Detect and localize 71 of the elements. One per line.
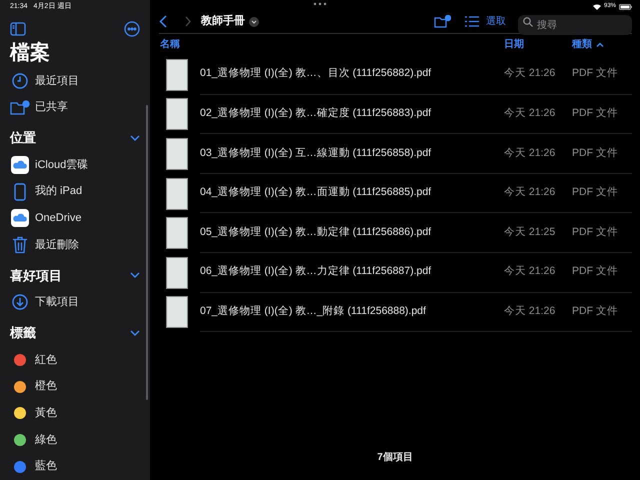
section-header: 標籤 <box>10 324 36 342</box>
file-name[interactable]: 05_選修物理 (I)(全) 教…動定律 (111f256886).pdf <box>200 224 504 241</box>
sidebar-item[interactable]: 黃色 <box>35 404 57 422</box>
file-date: 今天 21:26 <box>504 146 556 161</box>
chevron-icon[interactable] <box>130 330 140 336</box>
sidebar-item[interactable]: 橙色 <box>35 378 57 395</box>
column-header[interactable]: 種類 <box>572 37 592 52</box>
file-kind: PDF 文件 <box>572 146 618 161</box>
sidebar-item[interactable]: iCloud雲碟 <box>35 156 88 174</box>
document-thumbnail <box>166 217 188 250</box>
cloud-icon <box>11 209 29 228</box>
select-button[interactable]: 選取 <box>486 14 506 29</box>
more-icon[interactable] <box>124 20 140 37</box>
document-thumbnail <box>166 98 188 130</box>
file-date: 今天 21:26 <box>504 106 556 122</box>
back-icon[interactable] <box>159 15 167 28</box>
chevron-icon[interactable] <box>130 272 140 278</box>
sidebar-item[interactable]: 下載項目 <box>35 294 79 311</box>
file-kind: PDF 文件 <box>572 66 618 82</box>
file-kind: PDF 文件 <box>572 264 618 280</box>
sidebar-item[interactable]: 紅色 <box>35 352 57 368</box>
file-date: 今天 21:26 <box>504 185 556 200</box>
list-view-icon[interactable] <box>465 16 479 27</box>
file-kind: PDF 文件 <box>572 106 618 122</box>
document-thumbnail <box>166 256 188 289</box>
wifi-icon <box>592 4 601 10</box>
section-header: 位置 <box>10 129 36 148</box>
download-icon <box>12 294 28 310</box>
file-date: 今天 21:26 <box>504 66 556 82</box>
file-date: 今天 21:26 <box>504 304 556 319</box>
search-icon <box>523 16 533 26</box>
search-field[interactable]: 搜尋 <box>518 15 632 35</box>
document-thumbnail <box>166 296 188 328</box>
document-thumbnail <box>166 58 188 91</box>
file-name[interactable]: 01_選修物理 (I)(全) 教…、目次 (111f256882).pdf <box>200 66 504 82</box>
document-thumbnail <box>166 138 188 170</box>
file-date: 今天 21:25 <box>504 224 556 240</box>
document-thumbnail <box>166 178 188 210</box>
shared-folder-icon <box>10 100 30 116</box>
section-header: 喜好項目 <box>10 266 62 285</box>
sidebar-item[interactable]: OneDrive <box>35 210 82 227</box>
file-kind: PDF 文件 <box>572 304 618 319</box>
column-header[interactable]: 名稱 <box>160 37 180 52</box>
dropdown-icon[interactable] <box>249 16 259 26</box>
clock-icon <box>12 72 28 89</box>
sidebar-item[interactable]: 藍色 <box>35 458 57 475</box>
battery-icon <box>619 4 632 10</box>
chevron-icon[interactable] <box>130 134 140 141</box>
file-kind: PDF 文件 <box>572 224 618 240</box>
column-header[interactable]: 日期 <box>504 37 524 52</box>
folder-title: 教師手冊 <box>201 14 245 30</box>
sidebar-item[interactable]: 最近刪除 <box>35 236 79 254</box>
multitasking-icon[interactable] <box>313 2 327 6</box>
tablet-icon <box>13 182 27 201</box>
sidebar-toggle-icon[interactable] <box>10 22 26 36</box>
file-name[interactable]: 02_選修物理 (I)(全) 教…確定度 (111f256883).pdf <box>200 106 504 122</box>
file-name[interactable]: 06_選修物理 (I)(全) 教…力定律 (111f256887).pdf <box>200 264 504 280</box>
cloud-icon <box>11 156 29 174</box>
sidebar-item[interactable]: 已共享 <box>35 99 68 116</box>
file-kind: PDF 文件 <box>572 185 618 200</box>
new-folder-icon[interactable] <box>434 15 451 28</box>
sidebar-item[interactable]: 綠色 <box>35 432 57 448</box>
sidebar-item[interactable]: 最近項目 <box>35 72 79 90</box>
item-count: 7個項目 <box>377 451 413 465</box>
file-name[interactable]: 07_選修物理 (I)(全) 教…_附錄 (111f256888).pdf <box>200 304 504 320</box>
sidebar-item[interactable]: 我的 iPad <box>35 183 82 200</box>
file-name[interactable]: 04_選修物理 (I)(全) 教…面運動 (111f256885).pdf <box>200 185 504 201</box>
trash-icon <box>12 236 28 254</box>
file-date: 今天 21:26 <box>504 264 556 280</box>
file-name[interactable]: 03_選修物理 (I)(全) 互…線運動 (111f256858).pdf <box>200 146 504 162</box>
sidebar-title: 檔案 <box>10 40 51 66</box>
